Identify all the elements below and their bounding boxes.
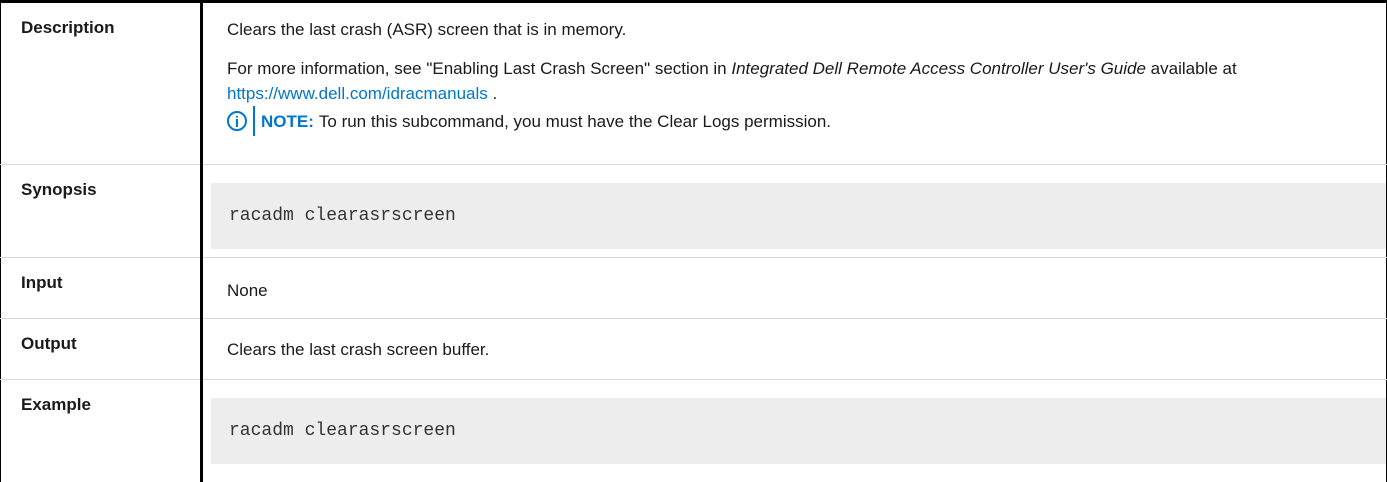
more-info-prefix: For more information, see "Enabling Last…	[227, 59, 732, 78]
note-label: NOTE:	[261, 111, 314, 131]
example-label: Example	[0, 379, 203, 482]
example-code-block: racadm clearasrscreen	[211, 398, 1386, 464]
command-reference-table: Description Clears the last crash (ASR) …	[0, 0, 1387, 482]
note-divider	[253, 106, 255, 136]
description-label: Description	[0, 1, 203, 165]
input-label: Input	[0, 257, 203, 319]
output-content: Clears the last crash screen buffer.	[201, 318, 1387, 380]
description-text: Clears the last crash (ASR) screen that …	[227, 20, 627, 39]
synopsis-row: Synopsis racadm clearasrscreen	[0, 164, 1387, 258]
note-block: i NOTE: To run this subcommand, you must…	[227, 106, 1386, 136]
more-info-suffix: .	[487, 84, 498, 103]
synopsis-code-block: racadm clearasrscreen	[211, 183, 1386, 249]
idrac-manuals-link[interactable]: https://www.dell.com/idracmanuals	[227, 84, 488, 103]
output-label: Output	[0, 318, 203, 380]
input-row: Input None	[0, 257, 1387, 319]
guide-title: Integrated Dell Remote Access Controller…	[731, 59, 1146, 78]
input-content: None	[201, 257, 1387, 319]
info-icon: i	[227, 111, 247, 131]
output-row: Output Clears the last crash screen buff…	[0, 318, 1387, 380]
more-info-text: For more information, see "Enabling Last…	[227, 56, 1386, 106]
description-content: Clears the last crash (ASR) screen that …	[201, 1, 1387, 165]
example-content: racadm clearasrscreen	[201, 379, 1387, 482]
available-at-text: available at	[1145, 59, 1237, 78]
synopsis-label: Synopsis	[0, 164, 203, 258]
note-text: To run this subcommand, you must have th…	[318, 111, 832, 131]
synopsis-content: racadm clearasrscreen	[201, 164, 1387, 258]
description-row: Description Clears the last crash (ASR) …	[0, 1, 1387, 165]
example-row: Example racadm clearasrscreen	[0, 379, 1387, 482]
